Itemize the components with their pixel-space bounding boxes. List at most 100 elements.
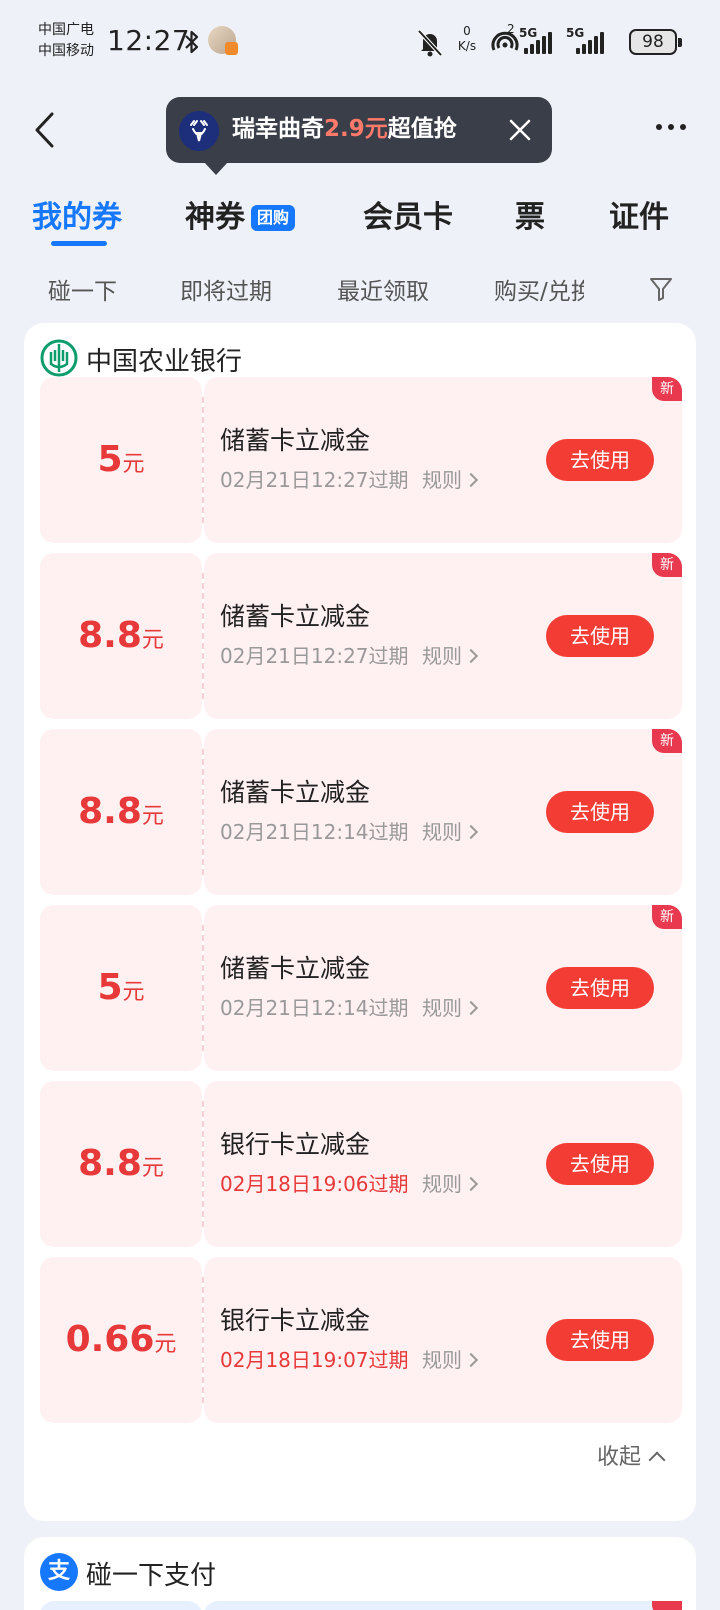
- coupon-rules-link[interactable]: 规则: [422, 640, 479, 669]
- coupon-expiry: 02月21日12:27过期: [220, 644, 409, 668]
- filter-expiring-soon[interactable]: 即将过期: [180, 272, 272, 306]
- pay-new-tag: [652, 1601, 682, 1610]
- bluetooth-icon: [185, 30, 199, 54]
- battery-indicator: 98: [629, 29, 682, 55]
- filter-funnel-icon[interactable]: [649, 276, 673, 302]
- coupon-title: 银行卡立减金: [220, 1130, 371, 1159]
- signal-strength-2-icon: [576, 32, 604, 54]
- back-arrow-icon[interactable]: [32, 110, 58, 150]
- coupon-amount-panel: 5元: [40, 905, 202, 1071]
- coupon-detail-panel: 银行卡立减金 02月18日19:06过期 规则 去使用: [204, 1081, 682, 1247]
- alipay-logo-icon: 支: [40, 1553, 78, 1591]
- coupon-amount-unit: 元: [122, 452, 145, 477]
- tab-super-coupons[interactable]: 神券 团购: [185, 192, 296, 236]
- coupon-detail-panel: 储蓄卡立减金 02月21日12:27过期 规则 去使用 新: [204, 553, 682, 719]
- coupon-title: 储蓄卡立减金: [220, 602, 371, 631]
- status-bar: 中国广电 中国移动 12:27 0 K/s 2 5G 5G 98: [0, 0, 720, 84]
- coupon-amount-panel: 5元: [40, 377, 202, 543]
- coupon-amount-unit: 元: [122, 980, 145, 1005]
- promo-text-suffix: 超值抢: [387, 116, 457, 142]
- bank-name: 中国农业银行: [86, 347, 243, 377]
- coupon-amount: 8.8元: [40, 729, 202, 900]
- coupon-rules-link[interactable]: 规则: [422, 464, 479, 493]
- tap-pay-title: 碰一下支付: [86, 1561, 217, 1591]
- tab-super-coupons-label: 神券: [185, 200, 245, 235]
- coupon-amount-unit: 元: [141, 628, 164, 653]
- coupon-rules-link[interactable]: 规则: [422, 992, 479, 1021]
- collapse-button[interactable]: 收起: [597, 1439, 666, 1471]
- tab-member-cards[interactable]: 会员卡: [363, 192, 453, 236]
- hotspot-icon: [491, 31, 519, 51]
- coupon-amount: 5元: [40, 377, 202, 548]
- promo-banner[interactable]: 瑞幸曲奇2.9元超值抢: [166, 97, 552, 175]
- coupon-expiry: 02月18日19:07过期: [220, 1348, 409, 1372]
- coupon-rules-link[interactable]: 规则: [422, 1344, 479, 1373]
- status-time: 12:27: [107, 24, 191, 57]
- coupon-expiry: 02月21日12:14过期: [220, 996, 409, 1020]
- coupon-rules-label: 规则: [422, 644, 462, 668]
- new-badge: 新: [652, 377, 682, 401]
- promo-text-price: 2.9元: [324, 116, 388, 142]
- coupon-card[interactable]: 0.66元 银行卡立减金 02月18日19:07过期 规则 去使用: [40, 1257, 682, 1423]
- filter-tap-pay[interactable]: 碰一下: [48, 272, 117, 306]
- coupon-card[interactable]: 5元 储蓄卡立减金 02月21日12:27过期 规则 去使用新: [40, 377, 682, 543]
- coupon-detail-panel: 储蓄卡立减金 02月21日12:14过期 规则 去使用 新: [204, 729, 682, 895]
- use-coupon-button[interactable]: 去使用: [546, 791, 654, 833]
- use-coupon-button[interactable]: 去使用: [546, 1319, 654, 1361]
- coupon-amount: 8.8元: [40, 553, 202, 724]
- coupon-amount-unit: 元: [154, 1332, 177, 1357]
- coupon-rules-label: 规则: [422, 820, 462, 844]
- coupon-amount-panel: 8.8元: [40, 1081, 202, 1247]
- hotspot-count: 2: [507, 22, 515, 36]
- coupon-detail-panel: 储蓄卡立减金 02月21日12:14过期 规则 去使用 新: [204, 905, 682, 1071]
- coupon-card[interactable]: 8.8元 储蓄卡立减金 02月21日12:27过期 规则 去使用新: [40, 553, 682, 719]
- coupon-rules-link[interactable]: 规则: [422, 816, 479, 845]
- coupon-rules-label: 规则: [422, 1172, 462, 1196]
- coupon-card[interactable]: 8.8元 储蓄卡立减金 02月21日12:14过期 规则 去使用新: [40, 729, 682, 895]
- more-options-icon[interactable]: [656, 124, 690, 134]
- network-speed: 0 K/s: [452, 24, 482, 54]
- coupon-amount-panel: 0.66元: [40, 1257, 202, 1423]
- tap-pay-section: 支 碰一下支付: [24, 1537, 696, 1610]
- coupon-card[interactable]: 5元 储蓄卡立减金 02月21日12:14过期 规则 去使用新: [40, 905, 682, 1071]
- active-tab-indicator: [51, 241, 107, 246]
- coupon-amount-panel: 8.8元: [40, 729, 202, 895]
- coupon-title: 储蓄卡立减金: [220, 954, 371, 983]
- coupon-rules-link[interactable]: 规则: [422, 1168, 479, 1197]
- coupon-expiry: 02月21日12:14过期: [220, 820, 409, 844]
- coupon-rules-label: 规则: [422, 1348, 462, 1372]
- use-coupon-button[interactable]: 去使用: [546, 439, 654, 481]
- new-badge: 新: [652, 905, 682, 929]
- coupon-amount: 0.66元: [40, 1257, 202, 1428]
- network-speed-value: 0: [463, 24, 471, 38]
- chevron-right-icon: [463, 824, 479, 840]
- signal-strength-1-icon: [524, 32, 552, 54]
- tab-my-coupons[interactable]: 我的券: [32, 192, 122, 236]
- mute-bell-icon: [417, 29, 443, 57]
- tab-tickets[interactable]: 票: [515, 192, 545, 236]
- coupon-amount-value: 8.8: [78, 1143, 142, 1184]
- use-coupon-button[interactable]: 去使用: [546, 1143, 654, 1185]
- coupon-amount-value: 0.66: [65, 1319, 155, 1360]
- abc-bank-logo-icon: [40, 339, 78, 377]
- coupon-title: 银行卡立减金: [220, 1306, 371, 1335]
- chevron-right-icon: [463, 1352, 479, 1368]
- coupon-amount-value: 5: [97, 967, 123, 1008]
- tab-ids[interactable]: 证件: [609, 192, 669, 236]
- use-coupon-button[interactable]: 去使用: [546, 967, 654, 1009]
- close-icon[interactable]: [506, 116, 534, 144]
- coupon-amount: 8.8元: [40, 1081, 202, 1252]
- coupon-expiry: 02月21日12:27过期: [220, 468, 409, 492]
- coupon-amount-unit: 元: [141, 1156, 164, 1181]
- app-notification-icon: [208, 26, 238, 55]
- use-coupon-button[interactable]: 去使用: [546, 615, 654, 657]
- filter-purchase-redeem[interactable]: 购买/兑换: [494, 272, 584, 304]
- chevron-right-icon: [463, 472, 479, 488]
- carrier-info: 中国广电 中国移动: [38, 20, 94, 62]
- collapse-label: 收起: [597, 1445, 642, 1470]
- pay-coupon-preview-right: [204, 1601, 682, 1610]
- filter-recently-received[interactable]: 最近领取: [337, 272, 429, 306]
- coupon-amount-value: 5: [97, 439, 123, 480]
- coupon-card[interactable]: 8.8元 银行卡立减金 02月18日19:06过期 规则 去使用: [40, 1081, 682, 1247]
- coupon-amount-unit: 元: [141, 804, 164, 829]
